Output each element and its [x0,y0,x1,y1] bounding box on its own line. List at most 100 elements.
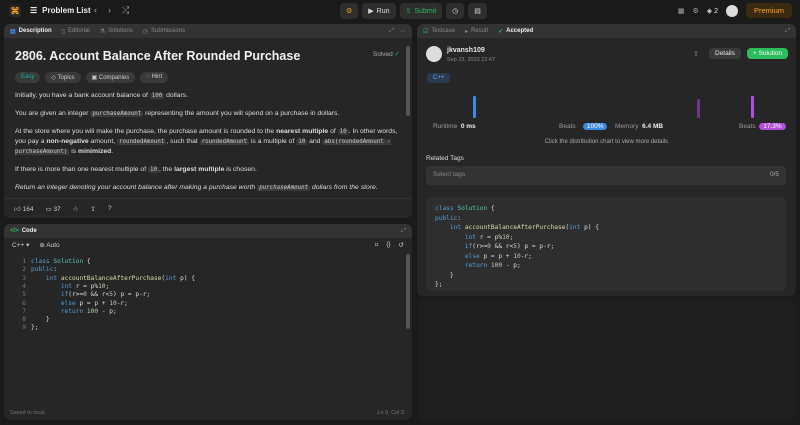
settings-icon[interactable]: ⚙ [692,7,698,15]
user-avatar[interactable] [426,46,442,62]
distribution-hint: Click the distribution chart to view mor… [544,139,669,145]
submit-button[interactable]: ⇪ Submit [399,3,443,19]
flask-icon: ⚗ [99,28,106,35]
play-icon: ▶ [368,8,374,15]
code-line: else p = p + 10-r; [60,299,128,307]
more-icon[interactable]: ⋯ [400,28,406,35]
like-button[interactable]: 👍︎ 164 [14,205,33,213]
code-line: }; [31,324,39,332]
username[interactable]: jkvansh109 [447,47,485,54]
check-circle-icon: ✓ [394,51,400,58]
details-button[interactable]: Details [709,48,741,59]
top-bar: ⌘ ☰ Problem List ‹ › ⤮ ⚙ ▶ Run ⇪ Submit ◷ ▤… [0,0,800,22]
code-tabs: </> Code ⤢ [4,224,412,238]
problem-list-button[interactable]: ☰ Problem List [30,6,91,15]
tab-solutions[interactable]: ⚗ Solutions [100,28,133,35]
checkbox-icon: ☑ [423,28,429,35]
description-paragraph: Return an integer denoting your account … [15,184,378,191]
debug-button[interactable]: ⚙ [340,3,359,19]
auto-mode[interactable]: ⊕ Auto [39,241,59,249]
avatar[interactable] [725,4,738,17]
flame-icon: ◈ [706,7,713,15]
result-tabs: ☑ Testcase ▸ Result ✓ Accepted ⤢ [417,24,796,38]
streak-counter[interactable]: ◈ 2 [707,7,718,15]
code-line: class Solution { [31,258,91,265]
comments-button[interactable]: ▭ 37 [45,205,60,213]
description-scrollbar[interactable] [406,46,410,116]
memory-distribution-bar[interactable] [697,99,700,118]
help-icon[interactable]: ? [108,205,112,212]
related-tags-label: Related Tags [426,155,464,162]
language-select[interactable]: C++ ▾ [12,241,29,249]
cursor-position: Ln 9, Col 3 [377,410,404,416]
tab-submissions[interactable]: ◷ Submissions [143,28,185,35]
description-panel: ▤ Description ▯ Editorial ⚗ Solutions ◷ Subm… [4,24,412,218]
result-panel: ☑ Testcase ▸ Result ✓ Accepted ⤢ jkvansh109… [417,24,796,296]
memory-distribution-bar[interactable] [751,96,754,118]
history-icon: ◷ [142,28,149,35]
description-paragraph: Initially, you have a bank account balan… [15,92,189,99]
tab-testcase[interactable]: ☑ Testcase [423,28,455,35]
language-badge: C++ [427,73,451,83]
upload-icon: ⇪ [405,8,412,15]
book-icon: ▯ [61,28,65,35]
editor-toolbar: C++ ▾ ⊕ Auto ⌑ {} ↺ [4,238,412,252]
reset-icon[interactable]: ↺ [399,241,404,249]
building-icon: ▣ [91,75,98,81]
tags-select[interactable]: Select tags 0/5 [426,166,786,185]
problem-title: 2806. Account Balance After Rounded Purc… [15,49,301,63]
leetcode-logo-icon[interactable]: ⌘ [9,5,21,17]
code-icon: </> [10,228,19,234]
memory-label: Memory 6.4 MB [615,123,664,130]
description-footer: 👍︎ 164 ▭ 37 ☆ ⇪ ? [4,198,412,218]
bookmark-icon[interactable]: ⌑ [375,241,378,249]
comment-icon: ▭ [45,205,52,213]
description-tabs: ▤ Description ▯ Editorial ⚗ Solutions ◷ Subm… [4,24,412,38]
submission-date: Sep 23, 2023 22:47 [447,57,496,63]
code-line: int accountBalanceAfterPurchase(int p) { [45,274,195,282]
tab-editorial[interactable]: ▯ Editorial [62,28,90,35]
prev-problem-icon[interactable]: ‹ [94,5,97,15]
hint-chip[interactable]: ◌ Hint [140,72,169,83]
code-editor[interactable]: 1 2 3 4 5 6 7 8 9 class Solution { publi… [4,258,412,358]
layout-icon[interactable]: ▦ [678,7,685,15]
list-icon: ☰ [30,6,38,15]
tab-code[interactable]: </> Code [10,228,37,234]
premium-button[interactable]: Premium [745,3,792,18]
next-problem-icon[interactable]: › [108,5,111,15]
description-paragraph: If there is more than one nearest multip… [15,166,257,173]
solution-button[interactable]: + Solution [747,48,789,59]
saved-status: Saved to local [10,410,45,416]
runtime-beats: Beats 100% [559,123,608,130]
code-line: return 100 - p; [60,307,117,315]
tab-result[interactable]: ▸ Result [465,28,488,35]
expand-icon[interactable]: ⤢ [401,228,406,235]
format-icon[interactable]: {} [386,241,390,249]
submitted-code: class Solution { public: int accountBala… [426,197,786,291]
companies-chip[interactable]: ▣ Companies [85,72,136,83]
topics-chip[interactable]: ◇ Topics [45,72,81,83]
tab-description[interactable]: ▤ Description [10,28,52,35]
solved-status: Solved ✓ [372,51,400,58]
timer-icon[interactable]: ◷ [446,3,465,19]
memory-beats: Beats 17.3% [739,123,786,130]
thumbs-up-icon: 👍︎ [14,205,21,213]
favorite-icon[interactable]: ☆ [73,205,79,213]
shuffle-icon[interactable]: ⤮ [122,5,129,16]
lock-icon: ⊕ [39,242,45,249]
difficulty-badge[interactable]: Easy [15,72,41,83]
notes-icon[interactable]: ▤ [468,3,487,19]
tab-accepted[interactable]: ✓ Accepted [498,28,533,35]
expand-icon[interactable]: ⤢ [785,28,790,35]
run-button[interactable]: ▶ Run [362,3,396,19]
code-panel: </> Code ⤢ C++ ▾ ⊕ Auto ⌑ {} ↺ 1 2 3 4 5 … [4,224,412,420]
code-scrollbar[interactable] [406,254,410,329]
code-line: public: [31,266,58,274]
code-line: } [31,316,50,324]
expand-icon[interactable]: ⤢ [389,28,394,35]
document-icon: ▤ [10,28,16,35]
runtime-label: Runtime 0 ms [433,123,476,130]
share-icon[interactable]: ⇪ [91,205,96,213]
share-icon[interactable]: ⇪ [693,50,699,58]
runtime-distribution-bar[interactable] [473,96,476,118]
